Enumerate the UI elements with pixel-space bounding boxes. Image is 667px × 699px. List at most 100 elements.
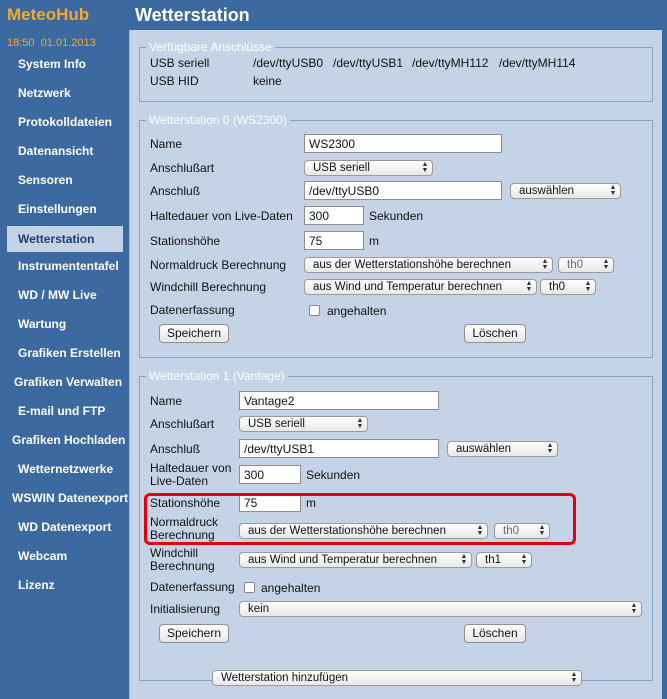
ws1-hold-input[interactable]: 300	[239, 465, 301, 484]
usb-port-2: /dev/ttyMH112	[412, 56, 489, 70]
ws0-capture-label: Datenerfassung	[150, 303, 235, 317]
date: 01.01.2013	[40, 37, 96, 49]
ws0-choose-value: auswählen	[519, 185, 574, 197]
usb-port-0: /dev/ttyUSB0	[253, 56, 324, 70]
ws0-hold-input[interactable]: 300	[304, 206, 364, 225]
sidebar-item-sensoren[interactable]: Sensoren	[0, 166, 129, 195]
ws0-capture-option: angehalten	[327, 304, 387, 318]
sidebar: MeteoHub 18:50 01.01.2013 System Info Net…	[0, 0, 129, 699]
ports-legend: Verfügbare Anschlüsse	[149, 40, 272, 54]
select-arrows-icon: ▲ ▼	[421, 161, 429, 174]
ws1-init-value: kein	[248, 603, 270, 615]
ws1-init-label: Initialisierung	[150, 602, 221, 616]
sidebar-item-grafiken-hochladen[interactable]: Grafiken Hochladen	[0, 426, 129, 455]
sidebar-item-grafiken-verwalten[interactable]: Grafiken Verwalten	[0, 368, 129, 397]
sidebar-item-netzwerk[interactable]: Netzwerk	[0, 79, 129, 108]
ws1-wind-select[interactable]: aus Wind und Temperatur berechnen ▲ ▼	[239, 552, 472, 568]
usb-hid-label: USB HID	[150, 74, 199, 88]
ws0-wind-label: Windchill Berechnung	[150, 280, 267, 294]
ws0-capture-checkbox[interactable]	[309, 305, 320, 316]
ws0-wind-sensor-select[interactable]: th0 ▲ ▼	[540, 279, 596, 295]
add-station-select[interactable]: Wetterstation hinzufügen ▲ ▼	[212, 670, 582, 686]
select-arrows-icon: ▲ ▼	[356, 417, 364, 430]
select-arrows-icon: ▲ ▼	[525, 280, 533, 293]
ws1-wind-sensor-value: th1	[485, 554, 501, 566]
ws1-port-input[interactable]: /dev/ttyUSB1	[239, 439, 439, 458]
sidebar-item-lizenz[interactable]: Lizenz	[0, 571, 129, 600]
ws0-alt-label: Stationshöhe	[150, 234, 221, 248]
ws1-hold-label-line1: Haltedauer von	[150, 461, 232, 475]
ws1-wind-label-line1: Windchill	[150, 546, 199, 560]
station-1-legend: Wetterstation 1 (Vantage)	[149, 369, 285, 383]
ws1-port-label: Anschluß	[150, 442, 201, 456]
ws0-delete-button[interactable]: Löschen	[464, 324, 526, 343]
ws0-type-label: Anschlußart	[150, 161, 215, 175]
sidebar-item-einstellungen[interactable]: Einstellungen	[0, 195, 129, 224]
ws1-wind-value: aus Wind und Temperatur berechnen	[248, 554, 438, 566]
ws0-name-input[interactable]: WS2300	[304, 134, 502, 153]
ws1-type-value: USB seriell	[248, 418, 305, 430]
ws1-capture-checkbox[interactable]	[244, 582, 255, 593]
sidebar-item-wd-datenexport[interactable]: WD Datenexport	[0, 513, 129, 542]
ws1-name-input[interactable]: Vantage2	[239, 391, 439, 410]
ws1-init-select[interactable]: kein ▲ ▼	[239, 601, 642, 617]
sidebar-item-system-info[interactable]: System Info	[0, 50, 129, 79]
ws0-type-value: USB seriell	[313, 162, 370, 174]
ws1-hold-label-line2: Live-Daten	[150, 474, 209, 488]
sidebar-item-instrumententafel[interactable]: Instrumententafel	[0, 252, 129, 281]
ws1-wind-label: Windchill Berechnung	[150, 547, 215, 573]
main-content: Verfügbare Anschlüsse USB seriell /dev/t…	[129, 30, 662, 699]
sidebar-item-grafiken-erstellen[interactable]: Grafiken Erstellen	[0, 339, 129, 368]
sidebar-item-wd-mw-live[interactable]: WD / MW Live	[0, 281, 129, 310]
ws0-alt-unit: m	[369, 234, 379, 248]
ws1-type-label: Anschlußart	[150, 417, 215, 431]
usb-serial-label: USB seriell	[150, 56, 210, 70]
ws0-press-select[interactable]: aus der Wetterstationshöhe berechnen ▲ ▼	[304, 257, 553, 273]
sidebar-item-datenansicht[interactable]: Datenansicht	[0, 137, 129, 166]
ws1-hold-unit: Sekunden	[306, 468, 361, 482]
app-logo: MeteoHub	[7, 5, 90, 24]
ws0-hold-label: Haltedauer von Live-Daten	[150, 209, 293, 223]
ws1-hold-label: Haltedauer von Live-Daten	[150, 462, 231, 488]
sidebar-item-wetterstation[interactable]: Wetterstation	[7, 226, 123, 252]
sidebar-item-webcam[interactable]: Webcam	[0, 542, 129, 571]
ws0-save-button[interactable]: Speichern	[159, 324, 229, 343]
ws1-port-choose-select[interactable]: auswählen ▲ ▼	[447, 441, 558, 457]
sidebar-item-wetternetzwerke[interactable]: Wetternetzwerke	[0, 455, 129, 484]
select-arrows-icon: ▲ ▼	[609, 184, 617, 197]
ws1-name-label: Name	[150, 394, 183, 408]
sidebar-item-wswin-datenexport[interactable]: WSWIN Datenexport	[0, 484, 129, 513]
sidebar-item-protokolldateien[interactable]: Protokolldateien	[0, 108, 129, 137]
ws0-wind-select[interactable]: aus Wind und Temperatur berechnen ▲ ▼	[304, 279, 537, 295]
ports-panel: Verfügbare Anschlüsse	[139, 40, 653, 102]
ws1-delete-button[interactable]: Löschen	[464, 624, 526, 643]
usb-hid-value: keine	[253, 74, 282, 88]
clock: 18:50 01.01.2013	[7, 37, 96, 49]
ws0-wind-sensor-value: th0	[549, 281, 565, 293]
ws0-port-choose-select[interactable]: auswählen ▲ ▼	[510, 183, 621, 199]
ws1-save-button[interactable]: Speichern	[159, 624, 229, 643]
sidebar-nav: System Info Netzwerk Protokolldateien Daten…	[0, 50, 129, 600]
ws0-alt-input[interactable]: 75	[304, 231, 364, 250]
ws1-capture-label: Datenerfassung	[150, 580, 235, 594]
ws0-press-sensor-select[interactable]: th0 ▲ ▼	[558, 257, 614, 273]
select-arrows-icon: ▲ ▼	[584, 280, 592, 293]
highlight-box	[144, 493, 576, 545]
select-arrows-icon: ▲ ▼	[520, 553, 528, 566]
sidebar-item-e-mail-und-ftp[interactable]: E-mail und FTP	[0, 397, 129, 426]
usb-port-3: /dev/ttyMH114	[499, 56, 576, 70]
ws0-press-sensor-value: th0	[567, 259, 583, 271]
ws0-name-label: Name	[150, 137, 183, 151]
page-title: Wetterstation	[135, 5, 250, 25]
ws0-port-input[interactable]: /dev/ttyUSB0	[304, 181, 502, 200]
page-header: Wetterstation	[129, 0, 667, 30]
ws1-wind-sensor-select[interactable]: th1 ▲ ▼	[476, 552, 532, 568]
select-arrows-icon: ▲ ▼	[570, 671, 578, 684]
ws1-type-select[interactable]: USB seriell ▲ ▼	[239, 416, 368, 432]
sidebar-item-wartung[interactable]: Wartung	[0, 310, 129, 339]
add-station-value: Wetterstation hinzufügen	[221, 672, 349, 684]
select-arrows-icon: ▲ ▼	[460, 553, 468, 566]
ws0-type-select[interactable]: USB seriell ▲ ▼	[304, 160, 433, 176]
ws1-wind-label-line2: Berechnung	[150, 559, 215, 573]
ws0-port-label: Anschluß	[150, 184, 201, 198]
